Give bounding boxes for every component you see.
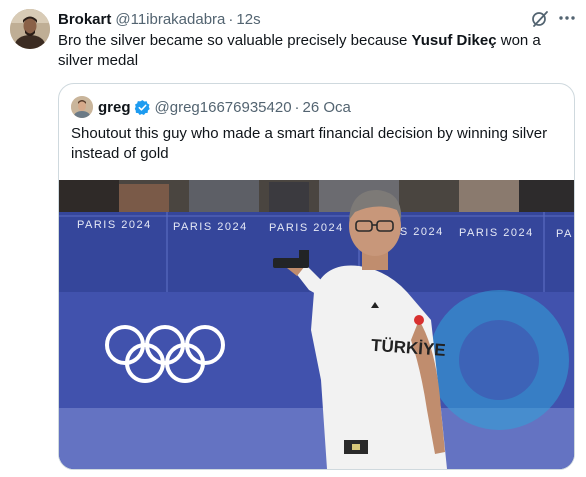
grok-button[interactable] — [530, 9, 550, 29]
tweet-text: Bro the silver became so valuable precis… — [58, 31, 568, 71]
quote-text: Shoutout this guy who made a smart finan… — [71, 125, 548, 162]
quote-author-handle[interactable]: @greg16676935420 — [155, 99, 292, 116]
tweet-timestamp[interactable]: 12s — [236, 11, 260, 28]
tweet-header: Brokart @11ibrakadabra · 12s — [58, 9, 261, 29]
tweet-text-name: Yusuf Dikeç — [411, 32, 497, 49]
grok-icon — [532, 11, 548, 27]
author-handle[interactable]: @11ibrakadabra — [115, 11, 225, 28]
quote-header: greg @greg16676935420 · 26 Oca — [71, 96, 351, 118]
verified-badge-icon — [134, 99, 151, 116]
banner-text: PARIS 2024 — [459, 227, 534, 239]
banner-text: PARIS 2024 — [77, 219, 152, 231]
avatar-photo — [10, 9, 50, 49]
avatar-photo — [71, 96, 93, 118]
separator-dot: · — [228, 10, 234, 28]
banner-text: PARIS 2024 — [269, 222, 344, 234]
banner-text: PARIS 2024 — [173, 221, 248, 233]
quote-media-image[interactable]: PARIS 2024 PARIS 2024 PARIS 2024 PARIS 2… — [59, 180, 574, 469]
quote-avatar[interactable] — [71, 96, 93, 118]
quoted-tweet[interactable]: greg @greg16676935420 · 26 Oca Shoutout … — [58, 83, 575, 470]
tweet-text-before: Bro the silver became so valuable precis… — [58, 32, 412, 49]
shooter-photo: PARIS 2024 PARIS 2024 PARIS 2024 PARIS 2… — [59, 180, 574, 469]
author-name[interactable]: Brokart — [58, 11, 111, 28]
more-icon — [559, 16, 575, 20]
author-avatar[interactable] — [10, 9, 50, 49]
quote-author-name[interactable]: greg — [98, 99, 131, 116]
separator-dot: · — [294, 98, 300, 116]
more-options-button[interactable] — [556, 8, 578, 28]
banner-text: PA — [556, 228, 573, 240]
quote-date[interactable]: 26 Oca — [303, 99, 351, 116]
